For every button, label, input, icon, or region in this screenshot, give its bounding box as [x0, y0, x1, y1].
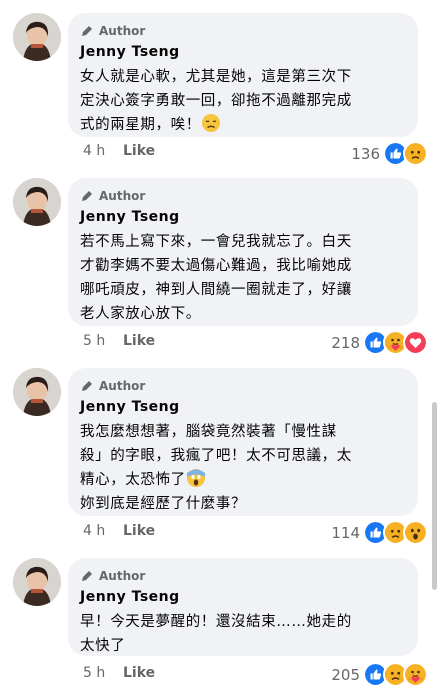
- wow-reaction-icon: [403, 520, 428, 545]
- author-badge: Author: [99, 379, 146, 393]
- commenter-name[interactable]: Jenny Tseng: [80, 42, 406, 62]
- comment-meta: 4 h Like: [83, 523, 155, 539]
- reaction-count: 114: [331, 523, 360, 542]
- comment-text: 我怎麼想想著，腦袋竟然裝著「慢性謀 殺」的字眼，我瘋了吧！太不可思議，太 精心，…: [80, 420, 406, 516]
- reaction-count: 205: [331, 665, 360, 684]
- reaction-count: 218: [331, 333, 360, 352]
- timestamp[interactable]: 5 h: [83, 665, 123, 681]
- comment-text: 早！今天是夢醒的！還沒結束……她走的 太快了: [80, 610, 406, 658]
- commenter-name[interactable]: Jenny Tseng: [80, 587, 406, 607]
- comment-line: 式的兩星期，唉！: [80, 117, 201, 133]
- comment-line: 我怎麼想想著，腦袋竟然裝著「慢性謀: [80, 424, 337, 440]
- avatar[interactable]: [13, 178, 61, 226]
- comment-bubble: Author Jenny Tseng 若不馬上寫下來，一會兒我就忘了。白天 才勸…: [68, 178, 418, 326]
- comment-line: 早！今天是夢醒的！還沒結束……她走的: [80, 614, 352, 630]
- comment-bubble: Author Jenny Tseng 早！今天是夢醒的！還沒結束……她走的 太快…: [68, 558, 418, 656]
- reaction-count: 136: [351, 144, 380, 163]
- timestamp[interactable]: 4 h: [83, 523, 123, 539]
- commenter-name[interactable]: Jenny Tseng: [80, 207, 406, 227]
- reaction-summary[interactable]: 136: [351, 141, 428, 166]
- comment-text: 若不馬上寫下來，一會兒我就忘了。白天 才勸李媽不要太過傷心難過，我比喻她成 哪吒…: [80, 230, 406, 326]
- screaming-face-emoji-icon: [186, 469, 205, 487]
- pencil-icon: [82, 191, 92, 201]
- like-button[interactable]: Like: [123, 333, 155, 349]
- avatar[interactable]: [13, 558, 61, 606]
- like-button[interactable]: Like: [123, 523, 155, 539]
- comment-meta: 5 h Like: [83, 665, 155, 681]
- comment-line: 才勸李媽不要太過傷心難過，我比喻她成: [80, 258, 352, 274]
- comment-line: 哪吒頑皮，神到人間繞一圈就走了，好讓: [80, 282, 352, 298]
- comment-line: 若不馬上寫下來，一會兒我就忘了。白天: [80, 234, 352, 250]
- author-badge: Author: [99, 24, 146, 38]
- like-button[interactable]: Like: [123, 143, 155, 159]
- reaction-summary[interactable]: 205: [331, 662, 428, 687]
- care-reaction-icon: [403, 662, 428, 687]
- disappointed-face-emoji-icon: [201, 114, 220, 132]
- timestamp[interactable]: 4 h: [83, 143, 123, 159]
- comment-line: 老人家放心放下。: [80, 306, 201, 322]
- like-button[interactable]: Like: [123, 665, 155, 681]
- scrollbar[interactable]: [432, 402, 437, 590]
- sad-reaction-icon: [403, 141, 428, 166]
- love-reaction-icon: [403, 330, 428, 355]
- comment-line: 太快了: [80, 638, 126, 654]
- author-badge: Author: [99, 189, 146, 203]
- comment-line: 妳到底是經歷了什麼事？: [80, 496, 247, 512]
- comment-line: 女人就是心軟，尤其是她，這是第三次下: [80, 69, 352, 85]
- avatar[interactable]: [13, 368, 61, 416]
- comment-line: 殺」的字眼，我瘋了吧！太不可思議，太: [80, 448, 352, 464]
- comment-line: 定決心簽字勇敢一回，卻拖不過離那完成: [80, 93, 352, 109]
- pencil-icon: [82, 381, 92, 391]
- reaction-summary[interactable]: 218: [331, 330, 428, 355]
- comment-meta: 4 h Like: [83, 143, 155, 159]
- comment-bubble: Author Jenny Tseng 女人就是心軟，尤其是她，這是第三次下 定決…: [68, 13, 418, 137]
- author-badge: Author: [99, 569, 146, 583]
- commenter-name[interactable]: Jenny Tseng: [80, 397, 406, 417]
- avatar[interactable]: [13, 13, 61, 61]
- reaction-summary[interactable]: 114: [331, 520, 428, 545]
- pencil-icon: [82, 26, 92, 36]
- comment-meta: 5 h Like: [83, 333, 155, 349]
- comment-line: 精心，太恐怖了: [80, 472, 186, 488]
- pencil-icon: [82, 571, 92, 581]
- comment-text: 女人就是心軟，尤其是她，這是第三次下 定決心簽字勇敢一回，卻拖不過離那完成 式的…: [80, 65, 406, 137]
- comment-bubble: Author Jenny Tseng 我怎麼想想著，腦袋竟然裝著「慢性謀 殺」的…: [68, 368, 418, 516]
- timestamp[interactable]: 5 h: [83, 333, 123, 349]
